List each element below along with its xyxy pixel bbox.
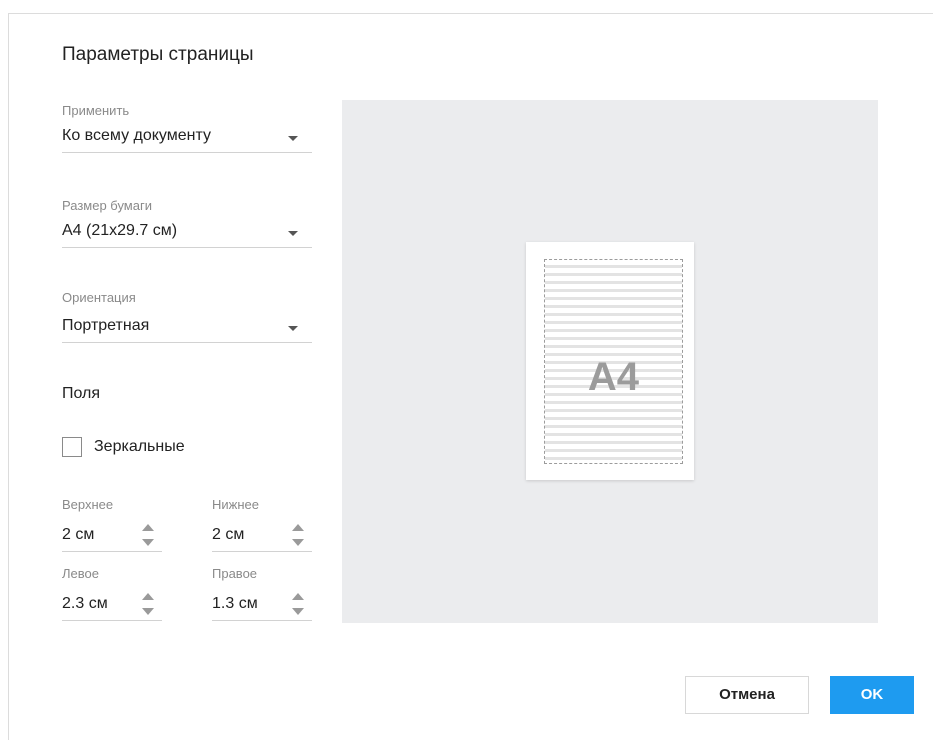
mirror-margins-label: Зеркальные (94, 438, 185, 455)
bottom-margin-value[interactable]: 2 см (212, 526, 244, 544)
apply-label: Применить (62, 103, 130, 118)
bottom-margin-spinner[interactable]: 2 см (212, 520, 312, 552)
spin-up-icon[interactable] (142, 524, 154, 531)
apply-value: Ко всему документу (62, 127, 211, 144)
right-margin-label: Правое (212, 566, 258, 581)
orientation-label: Ориентация (62, 290, 136, 305)
left-margin-spinner[interactable]: 2.3 см (62, 589, 162, 621)
bottom-margin-label: Нижнее (212, 497, 259, 512)
spin-down-icon[interactable] (292, 608, 304, 615)
right-margin-spinner[interactable]: 1.3 см (212, 589, 312, 621)
spin-up-icon[interactable] (142, 593, 154, 600)
dialog-title: Параметры страницы (62, 44, 254, 65)
preview-page: A4 (526, 242, 694, 480)
paper-size-select[interactable]: A4 (21x29.7 см) (62, 218, 312, 248)
left-margin-value[interactable]: 2.3 см (62, 595, 108, 613)
preview-paper-label: A4 (587, 355, 640, 399)
top-margin-label: Верхнее (62, 497, 114, 512)
spin-up-icon[interactable] (292, 593, 304, 600)
spin-down-icon[interactable] (142, 608, 154, 615)
paper-size-value: A4 (21x29.7 см) (62, 222, 178, 239)
page-preview: A4 (342, 100, 878, 623)
caret-down-icon (288, 326, 298, 331)
margins-section-title: Поля (62, 385, 101, 402)
cancel-button[interactable]: Отмена (685, 676, 809, 714)
orientation-value: Портретная (62, 317, 150, 334)
caret-down-icon (288, 136, 298, 141)
spin-down-icon[interactable] (292, 539, 304, 546)
right-margin-value[interactable]: 1.3 см (212, 595, 258, 613)
dialog-left-border (8, 13, 9, 740)
ok-button[interactable]: OK (830, 676, 914, 714)
orientation-select[interactable]: Портретная (62, 313, 312, 343)
spin-up-icon[interactable] (292, 524, 304, 531)
paper-size-label: Размер бумаги (62, 198, 152, 213)
checkbox-icon[interactable] (62, 437, 82, 457)
preview-margins: A4 (544, 259, 683, 464)
left-margin-label: Левое (62, 566, 99, 581)
apply-select[interactable]: Ко всему документу (62, 123, 312, 153)
caret-down-icon (288, 231, 298, 236)
dialog-top-border (8, 13, 933, 14)
spin-down-icon[interactable] (142, 539, 154, 546)
top-margin-spinner[interactable]: 2 см (62, 520, 162, 552)
top-margin-value[interactable]: 2 см (62, 526, 94, 544)
